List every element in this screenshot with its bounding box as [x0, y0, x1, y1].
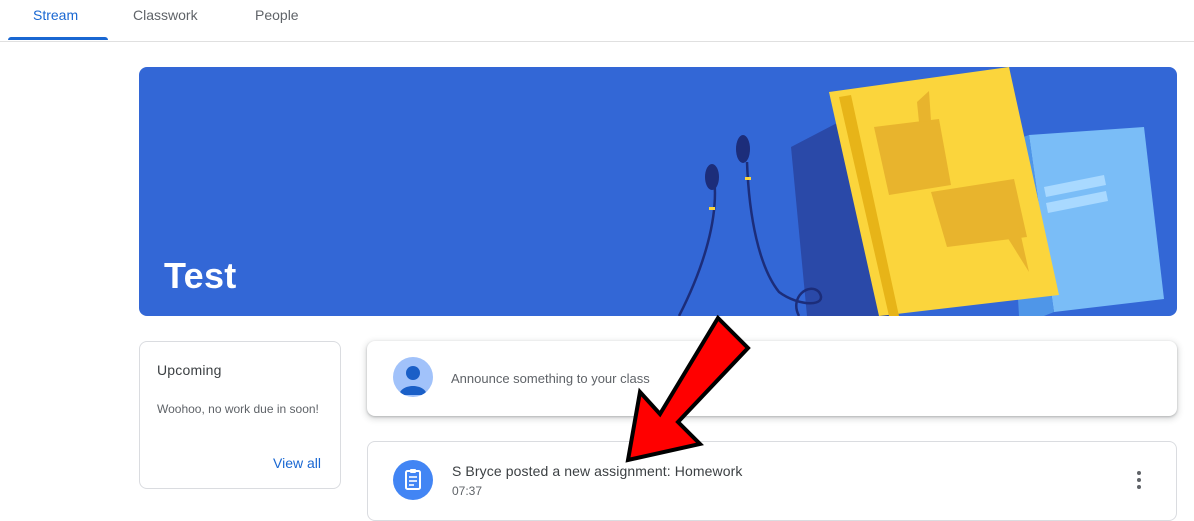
- upcoming-title: Upcoming: [157, 362, 222, 378]
- avatar: [393, 357, 433, 397]
- earbud-left: [705, 164, 719, 190]
- annotation-arrow-icon: [625, 314, 751, 463]
- active-tab-indicator: [8, 37, 108, 40]
- earbud-right: [736, 135, 750, 163]
- tab-people[interactable]: People: [255, 0, 299, 40]
- class-title: Test: [164, 255, 237, 296]
- class-tabs: Stream Classwork People: [0, 0, 1194, 42]
- tab-classwork[interactable]: Classwork: [133, 0, 198, 40]
- post-time: 07:37: [452, 484, 483, 498]
- upcoming-card: Upcoming Woohoo, no work due in soon! Vi…: [139, 341, 341, 489]
- upcoming-message: Woohoo, no work due in soon!: [157, 402, 319, 416]
- class-banner: Test: [139, 67, 1177, 316]
- more-options-icon[interactable]: [1127, 466, 1151, 494]
- assignment-icon: [393, 460, 433, 500]
- banner-illustration: [677, 67, 1164, 316]
- view-all-link[interactable]: View all: [273, 455, 321, 471]
- person-icon: [399, 366, 427, 395]
- tab-stream[interactable]: Stream: [33, 0, 78, 40]
- announce-box[interactable]: Announce something to your class: [367, 341, 1177, 416]
- stream-post[interactable]: S Bryce posted a new assignment: Homewor…: [367, 441, 1177, 521]
